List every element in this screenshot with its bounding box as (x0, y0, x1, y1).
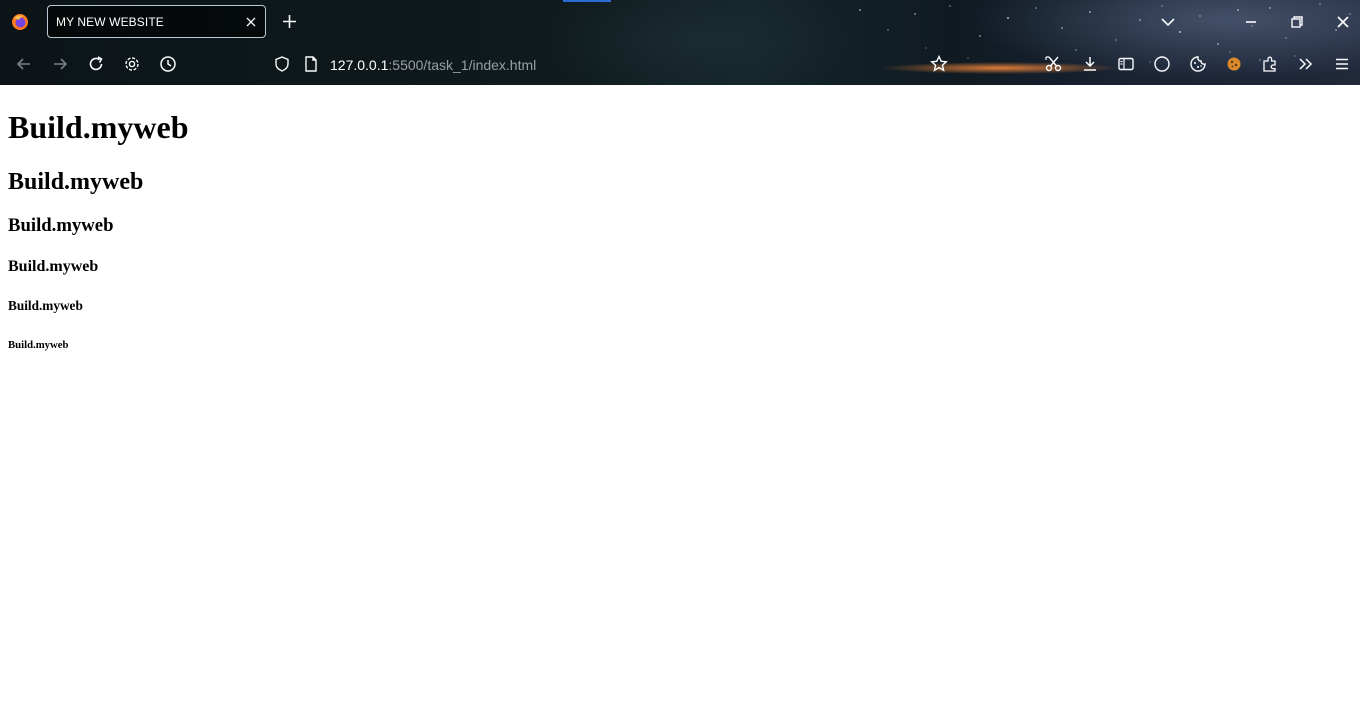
double-chevron-icon[interactable] (1296, 54, 1316, 74)
circle-icon[interactable] (1152, 54, 1172, 74)
page-content: Build.myweb Build.myweb Build.myweb Buil… (0, 85, 1360, 722)
gear-icon[interactable] (122, 54, 142, 74)
heading-h4: Build.myweb (8, 258, 99, 275)
theme-starfield (859, 3, 1351, 63)
plus-icon[interactable] (281, 13, 298, 30)
close-icon[interactable] (245, 16, 257, 28)
cookie-icon[interactable] (1188, 54, 1208, 74)
download-icon[interactable] (1080, 54, 1100, 74)
star-icon[interactable] (929, 54, 949, 74)
heading-h3: Build.myweb (8, 215, 114, 236)
reload-icon[interactable] (86, 54, 106, 74)
heading-h2: Build.myweb (8, 169, 144, 195)
forward-arrow-icon[interactable] (50, 54, 70, 74)
tab-title: MY NEW WEBSITE (56, 15, 164, 29)
url-path: :5500/task_1/index.html (388, 57, 537, 73)
clock-icon[interactable] (158, 54, 178, 74)
cookie-extension-icon[interactable] (1224, 54, 1244, 74)
url-host: 127.0.0.1 (330, 57, 389, 73)
puzzle-icon[interactable] (1260, 54, 1280, 74)
restore-icon[interactable] (1287, 12, 1307, 32)
hamburger-menu-icon[interactable] (1332, 54, 1352, 74)
tab-strip-indicator (563, 0, 611, 2)
heading-h5: Build.myweb (8, 298, 83, 313)
shield-icon[interactable] (273, 55, 291, 73)
browser-chrome: MY NEW WEBSITE 127.0.0.1:5500/task_1/ind… (0, 0, 1360, 85)
tab-my-new-website[interactable]: MY NEW WEBSITE (47, 5, 266, 38)
back-arrow-icon[interactable] (14, 54, 34, 74)
minimize-icon[interactable] (1241, 12, 1261, 32)
close-window-icon[interactable] (1333, 12, 1353, 32)
chevron-down-icon[interactable] (1158, 12, 1178, 32)
firefox-icon[interactable] (10, 12, 30, 32)
url-field[interactable]: 127.0.0.1:5500/task_1/index.html (330, 57, 536, 73)
heading-h1: Build.myweb (8, 109, 189, 145)
heading-h6: Build.myweb (8, 339, 69, 351)
sidebar-icon[interactable] (1116, 54, 1136, 74)
scissors-icon[interactable] (1044, 54, 1064, 74)
page-icon[interactable] (303, 55, 319, 73)
